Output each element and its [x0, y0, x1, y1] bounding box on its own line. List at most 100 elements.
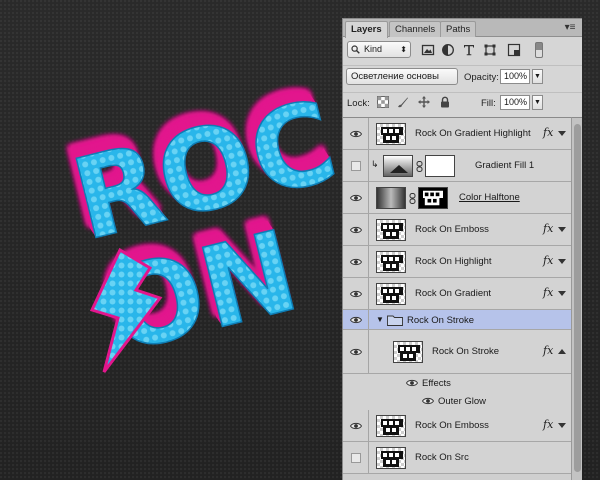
rock-on-thumb-icon — [381, 451, 403, 467]
eye-icon[interactable] — [350, 316, 362, 324]
layer-name: Rock On Src — [415, 452, 469, 463]
eye-icon[interactable] — [350, 226, 362, 234]
effect-name: Outer Glow — [438, 396, 487, 407]
gradient-fill-thumbnail — [383, 155, 413, 177]
layer-thumbnail — [393, 341, 423, 363]
visibility-cell[interactable] — [343, 150, 369, 181]
fill-input[interactable]: 100% — [500, 95, 530, 110]
rock-on-thumb-icon — [381, 127, 403, 143]
layer-thumbnail — [376, 415, 406, 437]
layer-group-row[interactable]: ▼ Rock On Stroke — [343, 310, 571, 330]
layer-thumbnail — [376, 251, 406, 273]
visibility-cell[interactable] — [343, 182, 369, 213]
layer-name: Rock On Emboss — [415, 420, 489, 431]
effects-toggle-arrow-icon[interactable] — [558, 423, 566, 428]
eye-icon[interactable] — [350, 130, 362, 138]
effects-toggle-arrow-icon[interactable] — [558, 227, 566, 232]
scroll-thumb[interactable] — [574, 124, 581, 472]
layer-name: Color Halftone — [459, 192, 520, 203]
layer-row[interactable]: Rock On Highlight fx — [343, 246, 571, 278]
lock-move-icon[interactable] — [418, 96, 430, 108]
panel-menu-icon[interactable]: ▾≡ — [563, 22, 577, 33]
pixel-filter-icon[interactable] — [421, 43, 435, 57]
layer-row[interactable]: Color Halftone — [343, 182, 571, 214]
updown-arrows-icon: ⬍ — [400, 45, 407, 54]
lock-paint-icon[interactable] — [397, 96, 409, 108]
filter-toggle-switch[interactable] — [535, 42, 543, 58]
hidden-visibility-box[interactable] — [351, 160, 361, 171]
layer-thumbnail — [376, 283, 406, 305]
rock-on-thumb-icon — [381, 419, 403, 435]
link-chain-icon[interactable] — [409, 193, 416, 204]
eye-icon[interactable] — [406, 379, 418, 387]
eye-icon[interactable] — [422, 397, 434, 405]
visibility-cell[interactable] — [343, 442, 369, 473]
expand-triangle-icon[interactable]: ▼ — [376, 315, 384, 324]
filter-kind-select[interactable]: Kind ⬍ — [347, 41, 411, 58]
link-chain-icon[interactable] — [416, 161, 423, 172]
tab-layers[interactable]: Layers — [345, 21, 388, 38]
fx-badge[interactable]: fx — [543, 286, 553, 299]
layer-row[interactable]: Rock On Emboss fx — [343, 214, 571, 246]
effects-toggle-arrow-icon[interactable] — [558, 259, 566, 264]
layer-name: Rock On Highlight — [415, 256, 492, 267]
effect-row[interactable]: Effects — [343, 374, 571, 392]
effect-row[interactable]: Outer Glow — [343, 392, 571, 410]
smart-object-filter-icon[interactable] — [507, 43, 521, 57]
opacity-dropdown-icon[interactable]: ▼ — [532, 69, 543, 84]
fill-dropdown-icon[interactable]: ▼ — [532, 95, 543, 110]
effects-toggle-arrow-icon[interactable] — [558, 131, 566, 136]
fx-badge[interactable]: fx — [543, 418, 553, 431]
layers-panel: Layers Channels Paths ▾≡ Kind ⬍ Осветлен… — [342, 18, 582, 480]
shape-filter-icon[interactable] — [483, 43, 497, 57]
lock-all-icon[interactable] — [439, 96, 451, 108]
fx-badge[interactable]: fx — [543, 222, 553, 235]
visibility-cell[interactable] — [343, 246, 369, 277]
effects-toggle-arrow-icon[interactable] — [558, 349, 566, 354]
fx-badge[interactable]: fx — [543, 126, 553, 139]
eye-icon[interactable] — [350, 258, 362, 266]
effects-toggle-arrow-icon[interactable] — [558, 291, 566, 296]
layer-row[interactable]: Rock On Gradient Highlight fx — [343, 118, 571, 150]
visibility-cell[interactable] — [343, 330, 369, 373]
visibility-cell[interactable] — [343, 214, 369, 245]
layer-row[interactable]: Rock On Stroke fx — [343, 330, 571, 374]
halftone-thumbnail — [376, 187, 406, 209]
lock-transparent-icon[interactable] — [377, 96, 389, 108]
rock-on-thumb-icon — [381, 223, 403, 239]
hidden-visibility-box[interactable] — [351, 452, 361, 463]
fx-badge[interactable]: fx — [543, 254, 553, 267]
eye-icon[interactable] — [350, 422, 362, 430]
type-filter-icon[interactable] — [462, 43, 476, 57]
eye-icon[interactable] — [350, 290, 362, 298]
layer-row[interactable]: Rock On Emboss fx — [343, 410, 571, 442]
rock-on-thumb-icon — [381, 287, 403, 303]
filter-kind-value: Kind — [364, 44, 383, 54]
layer-name: Rock On Stroke — [407, 315, 475, 326]
tab-paths[interactable]: Paths — [440, 21, 477, 37]
visibility-cell[interactable] — [343, 410, 369, 441]
layers-list: Rock On Gradient Highlight fx ↳ Gradient Fi… — [343, 117, 571, 480]
visibility-cell[interactable] — [343, 118, 369, 149]
layer-name: Rock On Stroke — [432, 346, 500, 357]
adjustment-filter-icon[interactable] — [441, 43, 455, 57]
panel-tab-bar: Layers Channels Paths ▾≡ — [343, 19, 582, 38]
eye-icon[interactable] — [350, 194, 362, 202]
visibility-cell[interactable] — [343, 278, 369, 309]
search-icon — [351, 45, 360, 54]
eye-icon[interactable] — [350, 348, 362, 356]
blend-mode-bar: Осветление основы Opacity: 100% ▼ — [343, 65, 582, 87]
layer-row[interactable]: ↳ Gradient Fill 1 — [343, 150, 571, 182]
layer-row[interactable]: Rock On Src — [343, 442, 571, 474]
layers-scrollbar[interactable] — [571, 117, 582, 480]
opacity-input[interactable]: 100% — [500, 69, 530, 84]
layer-name: Gradient Fill 1 — [475, 160, 535, 171]
tab-channels[interactable]: Channels — [389, 21, 442, 37]
rock-on-thumb-icon — [398, 345, 420, 361]
visibility-cell[interactable] — [343, 310, 369, 329]
mask-thumbnail — [418, 187, 448, 209]
layer-row[interactable]: Rock On Gradient fx — [343, 278, 571, 310]
rock-on-mask-icon — [423, 190, 443, 206]
blend-mode-select[interactable]: Осветление основы — [346, 68, 458, 85]
fx-badge[interactable]: fx — [543, 344, 553, 357]
